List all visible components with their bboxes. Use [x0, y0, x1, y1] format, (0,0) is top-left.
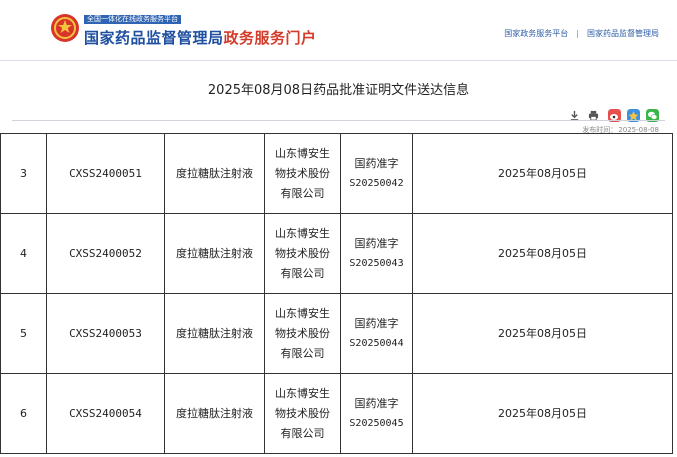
cell-approval-number-line: S20250042: [349, 177, 404, 189]
table-row: 5 CXSS2400053 度拉糖肽注射液 山东博安生 物技术股份 有限公司 国药准字 S20…: [0, 293, 673, 374]
cell-no: 6: [0, 373, 47, 454]
top-links: 国家政务服务平台 | 国家药品监督管理局: [504, 28, 659, 39]
platform-label: 全国一体化在线政务服务平台: [84, 15, 181, 24]
cell-company: 山东博安生物技术股份有限公司: [264, 133, 341, 214]
cell-approval-number-line: S20250045: [349, 417, 404, 429]
link-nmpa[interactable]: 国家药品监督管理局: [587, 29, 659, 38]
cell-no: 5: [0, 293, 47, 374]
cell-approval-number-line: S20250044: [349, 337, 404, 349]
cell-company-line: 山东博安生: [275, 306, 330, 320]
cell-company-line: 物技术股份: [275, 166, 330, 180]
cell-company-line: 有限公司: [280, 346, 325, 360]
cell-delivery-date: 2025年08月05日: [412, 373, 673, 454]
title-divider: [12, 120, 665, 121]
approval-table: 3 CXSS2400051 度拉糖肽注射液 山东博安生 物技术股份 有限公司 国药准字 S20…: [0, 133, 673, 454]
site-title-accent: 政务服务门户: [223, 29, 317, 47]
cell-company-line: 有限公司: [280, 426, 325, 440]
cell-no: 3: [0, 133, 47, 214]
table-row: 4 CXSS2400052 度拉糖肽注射液 山东博安生 物技术股份 有限公司 国药准字 S20…: [0, 213, 673, 294]
cell-company-line: 有限公司: [280, 186, 325, 200]
cell-no: 4: [0, 213, 47, 294]
cell-company-line: 有限公司: [280, 266, 325, 280]
link-national-gov-platform[interactable]: 国家政务服务平台: [504, 29, 568, 38]
site-title-main: 国家药品监督管理局: [84, 29, 224, 47]
cell-company-line: 山东博安生: [275, 146, 330, 160]
cell-acceptance-code: CXSS2400054: [46, 373, 165, 454]
national-emblem-icon: [51, 14, 79, 42]
page-title: 2025年08月08日药品批准证明文件送达信息: [207, 83, 470, 98]
site-header: 全国一体化在线政务服务平台 国家药品监督管理局政务服务门户 国家政务服务平台 | 国…: [0, 0, 677, 61]
cell-company-line: 山东博安生: [275, 226, 330, 240]
cell-company: 山东博安生物技术股份有限公司: [264, 213, 341, 294]
cell-approval-number-line: 国药准字: [354, 396, 399, 410]
cell-company-line: 物技术股份: [275, 246, 330, 260]
cell-approval-number-line: 国药准字: [354, 316, 399, 330]
cell-drug-name: 度拉糖肽注射液: [164, 213, 265, 294]
cell-drug-name: 度拉糖肽注射液: [164, 373, 265, 454]
cell-approval-number: 国药准字 S20250044: [340, 293, 413, 374]
table-row: 3 CXSS2400051 度拉糖肽注射液 山东博安生 物技术股份 有限公司 国药准字 S20…: [0, 133, 673, 214]
cell-company-line: 山东博安生: [275, 386, 330, 400]
cell-acceptance-code: CXSS2400053: [46, 293, 165, 374]
cell-company: 山东博安生物技术股份有限公司: [264, 373, 341, 454]
cell-delivery-date: 2025年08月05日: [412, 293, 673, 374]
cell-acceptance-code: CXSS2400051: [46, 133, 165, 214]
cell-drug-name: 度拉糖肽注射液: [164, 293, 265, 374]
cell-delivery-date: 2025年08月05日: [412, 133, 673, 214]
cell-approval-number: 国药准字 S20250045: [340, 373, 413, 454]
cell-approval-number-line: S20250043: [349, 257, 404, 269]
cell-approval-number-line: 国药准字: [354, 156, 399, 170]
article-tools: [569, 105, 659, 122]
cell-company: 山东博安生物技术股份有限公司: [264, 293, 341, 374]
cell-delivery-date: 2025年08月05日: [412, 213, 673, 294]
link-separator: |: [576, 29, 579, 38]
table-row: 6 CXSS2400054 度拉糖肽注射液 山东博安生 物技术股份 有限公司 国药准字 S20…: [0, 373, 673, 454]
cell-company-line: 物技术股份: [275, 406, 330, 420]
site-logo-title[interactable]: 国家药品监督管理局政务服务门户: [84, 27, 317, 48]
cell-drug-name: 度拉糖肽注射液: [164, 133, 265, 214]
cell-company-line: 物技术股份: [275, 326, 330, 340]
cell-acceptance-code: CXSS2400052: [46, 213, 165, 294]
cell-approval-number: 国药准字 S20250043: [340, 213, 413, 294]
cell-approval-number: 国药准字 S20250042: [340, 133, 413, 214]
cell-approval-number-line: 国药准字: [354, 236, 399, 250]
